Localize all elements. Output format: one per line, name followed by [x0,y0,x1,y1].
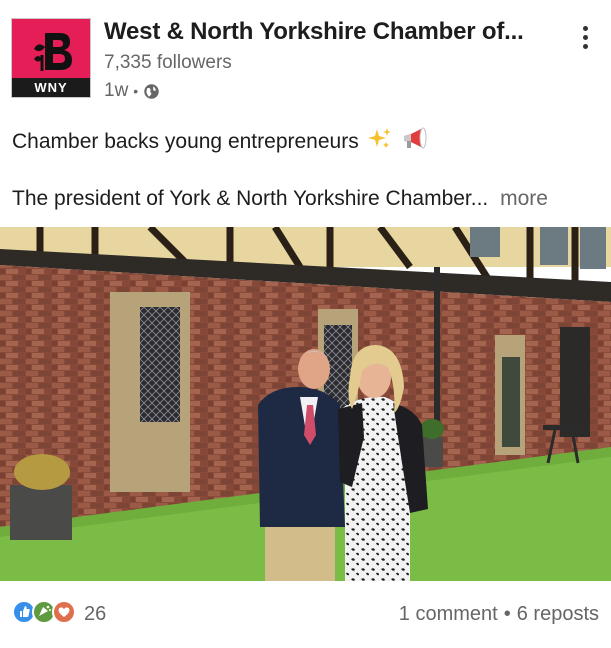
engagement-separator: • [503,603,511,625]
follower-count: 7,335 followers [104,52,232,73]
comment-count[interactable]: 1 comment [399,603,498,625]
love-icon [52,600,76,624]
truncation-ellipsis: ... [470,187,489,210]
post-preview: The president of York & North Yorkshire … [12,187,471,210]
logo-label: WNY [12,78,90,97]
wny-logo-mark-icon [34,33,72,71]
author-name[interactable]: West & North Yorkshire Chamber of... [104,18,544,46]
reaction-count[interactable]: 26 [84,603,106,626]
more-vertical-icon[interactable] [577,26,593,54]
post-header: WNY West & North Yorkshire Chamber of...… [0,0,611,110]
engagement-summary: 1 comment • 6 reposts [399,603,599,626]
meta-separator: • [133,83,139,99]
post-image[interactable] [0,227,611,581]
like-icon [12,600,36,624]
post-time: 1w [104,80,129,101]
photo-icon [0,227,611,581]
repost-count[interactable]: 6 reposts [517,603,599,625]
post-headline-line: Chamber backs young entrepreneurs [12,126,429,158]
social-counts-bar: 26 1 comment • 6 reposts [0,596,611,636]
reaction-icons[interactable] [12,599,78,625]
celebrate-icon [32,600,56,624]
see-more-link[interactable]: more [500,187,548,210]
company-logo[interactable]: WNY [11,18,91,98]
megaphone-icon [401,126,429,158]
sparkles-icon [367,126,393,158]
post-meta: 1w • [104,80,160,102]
globe-icon [144,83,159,99]
post-headline: Chamber backs young entrepreneurs [12,130,359,153]
post-text-preview: The president of York & North Yorkshire … [12,187,548,211]
